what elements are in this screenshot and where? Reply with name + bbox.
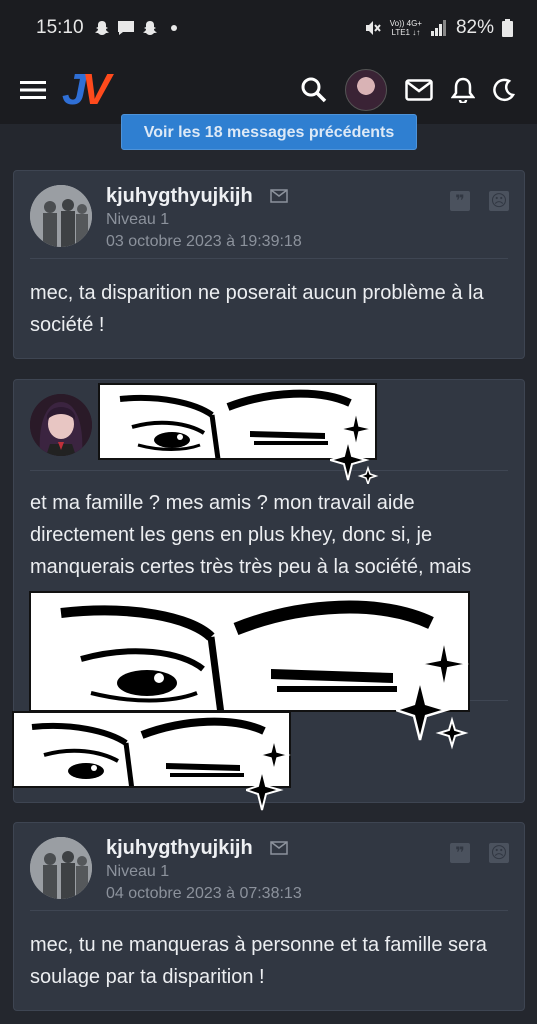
snapchat-icon (94, 21, 109, 35)
author-avatar[interactable] (30, 394, 92, 456)
menu-icon[interactable] (20, 80, 46, 100)
private-message-icon[interactable] (270, 841, 288, 855)
report-icon[interactable]: ☹ (489, 191, 509, 211)
post-header: kjuhygthyujkijh Niveau 1 03 octobre 2023… (30, 171, 509, 259)
author-avatar[interactable] (30, 837, 92, 899)
post-header: kjuhygthyujkijh Niveau 1 04 octobre 2023… (30, 823, 509, 911)
quote-icon[interactable]: ❞ (450, 843, 470, 863)
post-body: mec, tu ne manqueras à personne et ta fa… (30, 934, 487, 988)
post-date[interactable]: 04 octobre 2023 à 07:38:13 (106, 885, 302, 903)
author-name[interactable]: kjuhygthyujkijh (106, 837, 253, 860)
message-icon (117, 21, 134, 35)
mute-icon (365, 21, 381, 35)
signal-icon (430, 20, 446, 36)
quote-icon[interactable]: ❞ (450, 191, 470, 211)
user-avatar[interactable] (345, 69, 387, 111)
more-dot-icon (170, 25, 177, 31)
jv-logo[interactable]: J V (62, 65, 111, 115)
forum-post: kjuhygthyujkijh Niveau 1 04 octobre 2023… (13, 822, 525, 1011)
dark-mode-moon-icon[interactable] (493, 78, 517, 102)
author-level: Niveau 1 (106, 863, 170, 880)
logo-v: V (81, 65, 110, 114)
logo-j: J (62, 65, 87, 114)
search-icon[interactable] (301, 77, 327, 103)
bell-icon[interactable] (451, 77, 475, 103)
post-body: mec, ta disparition ne poserait aucun pr… (30, 282, 484, 336)
post-date[interactable]: 03 octobre 2023 à 19:39:18 (106, 233, 302, 251)
network-lte: LTE1 ↓↑ (391, 28, 421, 37)
sparkle-icon (396, 640, 469, 750)
private-message-icon[interactable] (270, 189, 288, 203)
battery-percent: 82% (455, 17, 494, 38)
snapchat-icon (142, 21, 157, 35)
battery-icon (502, 19, 513, 37)
post-body: et ma famille ? mes amis ? mon travail a… (30, 492, 472, 578)
status-time: 15:10 (36, 17, 84, 38)
author-avatar[interactable] (30, 185, 92, 247)
author-level: Niveau 1 (106, 211, 170, 228)
report-icon[interactable]: ☹ (489, 843, 509, 863)
author-name[interactable]: kjuhygthyujkijh (106, 185, 253, 208)
status-bar: 15:10 Vo)) 4G+ LTE1 ↓↑ 82% (0, 0, 537, 56)
sparkle-icon (330, 412, 379, 484)
network-type: Vo)) 4G+ (389, 19, 422, 28)
previous-messages-button[interactable]: Voir les 18 messages précédents (121, 114, 417, 150)
forum-post: kjuhygthyujkijh Niveau 1 03 octobre 2023… (13, 170, 525, 359)
sparkle-icon (246, 740, 291, 811)
mail-icon[interactable] (405, 79, 433, 101)
